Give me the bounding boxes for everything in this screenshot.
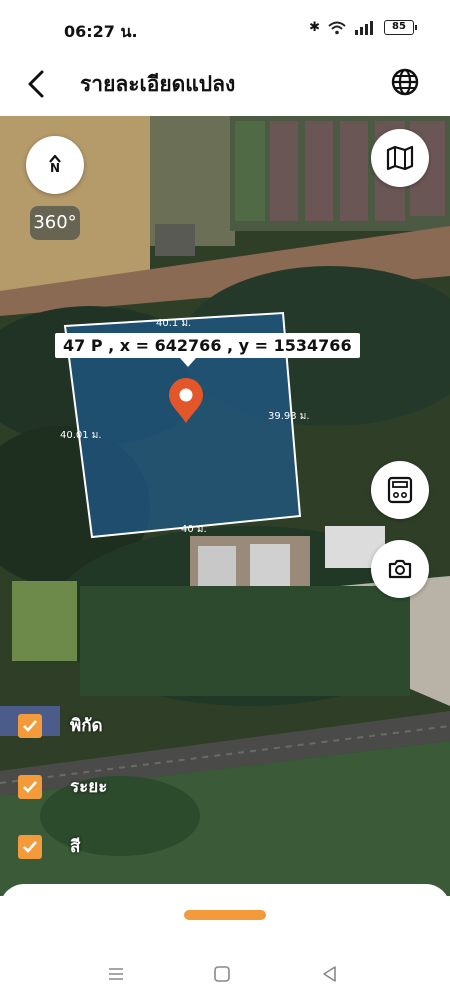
map-type-button[interactable]: [371, 129, 429, 187]
globe-icon: [391, 68, 419, 96]
bluetooth-icon: ✱: [309, 20, 320, 35]
wifi-icon: [328, 21, 346, 34]
status-time: 06:27 น.: [64, 22, 138, 41]
back-arrow-icon: [28, 70, 44, 98]
check-icon: [23, 780, 37, 793]
checkbox-distance[interactable]: [18, 774, 42, 799]
calculator-icon: [387, 476, 413, 504]
compass-button[interactable]: N: [26, 136, 84, 194]
status-icons: ✱ 85: [309, 20, 417, 35]
rotation-badge: 360°: [30, 206, 80, 240]
check-icon: [23, 840, 37, 853]
edge-label-right: 39.93 ม.: [268, 411, 310, 422]
measure-area-button[interactable]: [371, 461, 429, 519]
check-icon: [23, 719, 37, 732]
checkbox-color[interactable]: [18, 834, 42, 859]
page-title: รายละเอียดแปลง: [80, 72, 236, 96]
satellite-map[interactable]: 40.1 ม. 39.93 ม. 40 ม. 40.01 ม. 47 P , x…: [0, 116, 450, 896]
layer-toggle-color[interactable]: สี: [18, 833, 80, 860]
camera-button[interactable]: [371, 540, 429, 598]
layer-toggle-coordinates[interactable]: พิกัด: [18, 712, 103, 739]
map-icon: [386, 145, 414, 171]
drag-handle[interactable]: [184, 910, 266, 920]
back-button[interactable]: [20, 66, 56, 102]
app-header: รายละเอียดแปลง: [0, 56, 450, 116]
language-button[interactable]: [390, 67, 420, 97]
camera-icon: [388, 559, 412, 579]
edge-label-top: 40.1 ม.: [156, 318, 191, 329]
battery-icon: 85: [384, 20, 417, 35]
checkbox-coordinates[interactable]: [18, 713, 42, 738]
layer-label: พิกัด: [70, 716, 103, 736]
layer-toggle-distance[interactable]: ระยะ: [18, 773, 107, 800]
compass-north-label: N: [49, 161, 61, 175]
layer-label: ระยะ: [70, 777, 108, 797]
back-triangle-icon[interactable]: [318, 962, 342, 986]
system-nav-bar: [0, 954, 450, 1000]
plot-info-label: 47 P , x = 642766 , y = 1534766: [55, 333, 360, 367]
status-bar: 06:27 น. ✱ 85: [0, 0, 450, 56]
edge-label-left: 40.01 ม.: [60, 430, 102, 441]
edge-label-bottom: 40 ม.: [181, 524, 207, 535]
home-icon[interactable]: [210, 962, 234, 986]
menu-icon[interactable]: [104, 962, 128, 986]
layer-label: สี: [70, 837, 81, 857]
signal-icon: [355, 20, 373, 35]
